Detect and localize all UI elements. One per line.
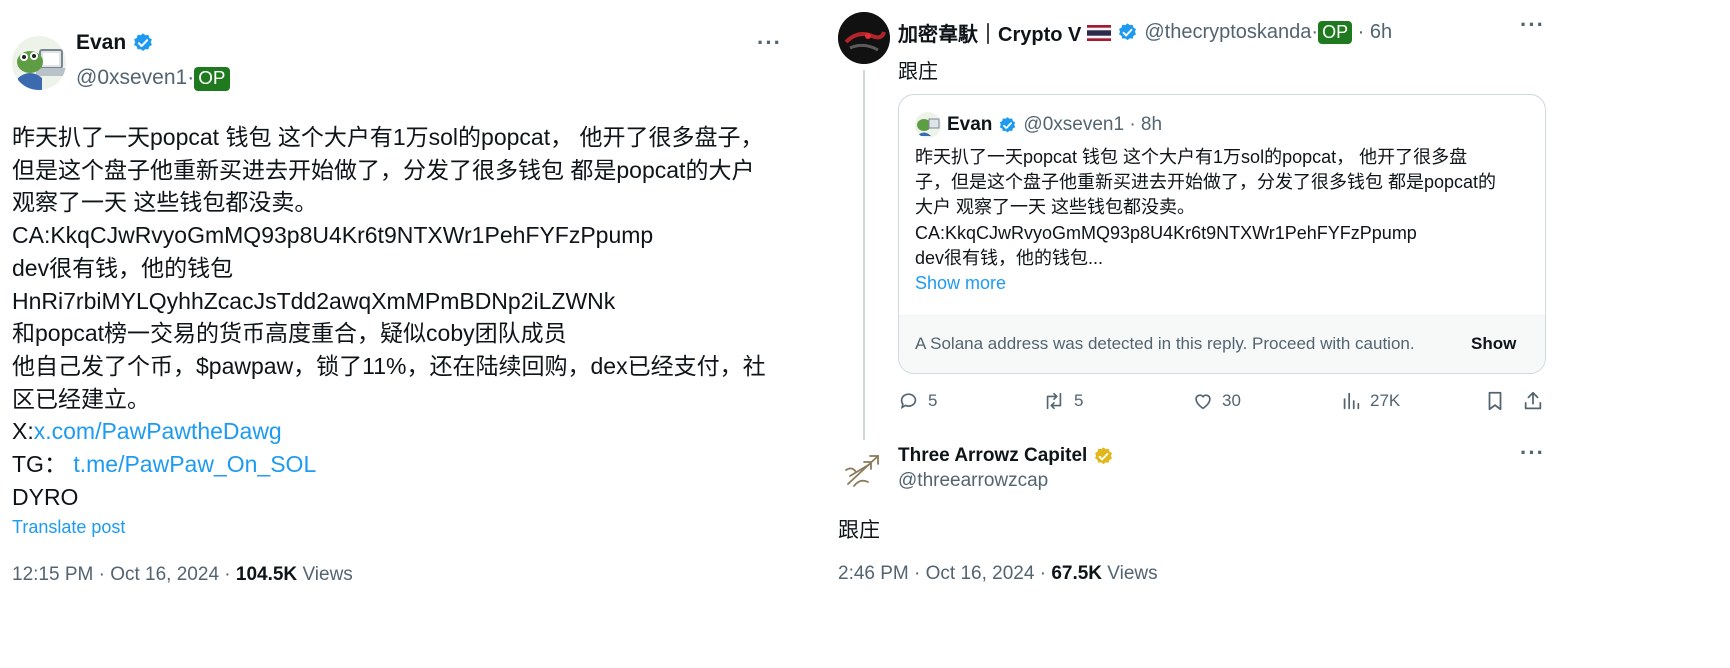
author-handle[interactable]: @0xseven1·	[76, 66, 194, 89]
thread-line	[863, 70, 865, 440]
reply-icon	[898, 390, 920, 412]
views-label: Views	[297, 564, 353, 585]
translate-post-link[interactable]: Translate post	[12, 517, 125, 538]
timestamp-row: 12:15 PM · Oct 16, 2024 · 104.5K Views	[12, 564, 353, 586]
like-icon	[1192, 390, 1214, 412]
quoted-author-handle: @0xseven1 · 8h	[1023, 114, 1163, 135]
dev-wallet-address: HnRi7rbiMYLQyhhZcacJsTdd2awqXmMPmBDNp2iL…	[12, 287, 616, 314]
post-line: dev很有钱，他的钱包...	[915, 247, 1104, 268]
timestamp-row: 2:46 PM · Oct 16, 2024 · 67.5K Views	[838, 563, 1158, 585]
views-action[interactable]: 27K	[1340, 390, 1400, 412]
like-count: 30	[1222, 391, 1241, 410]
repost-count: 5	[1074, 391, 1084, 410]
post-line: 观察了一天 这些钱包都没卖。	[12, 189, 318, 216]
more-options-icon[interactable]: ···	[757, 30, 782, 56]
author-name[interactable]: 加密韋馱｜Crypto V	[898, 18, 1081, 47]
contract-address: CA:KkqCJwRvyoGmMQ93p8U4Kr6t9NTXWr1PehFYF…	[915, 222, 1417, 243]
solana-warning-banner: A Solana address was detected in this re…	[899, 315, 1545, 373]
three-arrowz-avatar[interactable]	[840, 446, 888, 494]
post-line: 但是这个盘子他重新买进去开始做了，分发了很多钱包 都是popcat的大户	[12, 156, 755, 183]
like-action[interactable]: 30	[1192, 390, 1241, 412]
evan-avatar[interactable]	[12, 36, 66, 90]
more-options-icon[interactable]: ···	[1520, 12, 1545, 38]
repost-icon	[1042, 390, 1066, 412]
verified-badge-icon	[1117, 22, 1138, 43]
x-link[interactable]: x.com/PawPawtheDawg	[34, 418, 282, 444]
post-line: DYRO	[12, 483, 79, 510]
share-icon[interactable]	[1522, 390, 1544, 412]
author-name[interactable]: Evan	[76, 31, 126, 55]
repost-action[interactable]: 5	[1042, 390, 1083, 412]
timestamp[interactable]: 12:15 PM · Oct 16, 2024 ·	[12, 564, 236, 585]
views-label: Views	[1102, 563, 1158, 584]
evan-avatar	[915, 112, 941, 138]
post-line: 他自己发了个币，$pawpaw，锁了11%，还在陆续回购，dex已经支付，社	[12, 352, 766, 379]
post-age[interactable]: · 6h	[1352, 21, 1392, 43]
warning-show-button[interactable]: Show	[1471, 334, 1516, 354]
views-count: 27K	[1370, 391, 1401, 410]
author-handle[interactable]: @threearrowzcap	[898, 470, 1048, 492]
post-line: dev很有钱，他的钱包	[12, 254, 234, 281]
post-line: 昨天扒了一天popcat 钱包 这个大户有1万sol的popcat， 他开了很多…	[12, 124, 764, 150]
post-line: 子，但是这个盘子他重新买进去开始做了，分发了很多钱包 都是popcat的	[915, 172, 1497, 193]
warning-text: A Solana address was detected in this re…	[915, 334, 1415, 353]
post-line: 昨天扒了一天popcat 钱包 这个大户有1万sol的popcat， 他开了很多…	[915, 147, 1468, 167]
post-line: 和popcat榜一交易的货币高度重合，疑似coby团队成员	[12, 320, 567, 347]
author-handle[interactable]: @thecryptoskanda·	[1144, 21, 1318, 43]
left-tweet: Evan @0xseven1· OP ··· 昨天扒了一天popcat 钱包 这个…	[0, 0, 800, 668]
tg-prefix: TG：	[12, 451, 67, 478]
quoted-tweet-body: 昨天扒了一天popcat 钱包 这个大户有1万sol的popcat， 他开了很多…	[915, 145, 1496, 296]
tg-link[interactable]: t.me/PawPaw_On_SOL	[73, 451, 316, 477]
reply-text: 跟庄	[838, 519, 880, 542]
views-count: 67.5K	[1051, 563, 1103, 584]
reply-count: 5	[928, 391, 938, 410]
verified-badge-icon	[132, 32, 154, 54]
reply-text: 跟庄	[898, 61, 938, 83]
quoted-tweet-card[interactable]: Evan @0xseven1 · 8h 昨天扒了一天popcat 钱包 这个大户…	[898, 94, 1546, 374]
bookmark-icon[interactable]	[1484, 390, 1506, 412]
quoted-author-name: Evan	[947, 114, 993, 135]
contract-address: CA:KkqCJwRvyoGmMQ93p8U4Kr6t9NTXWr1PehFYF…	[12, 222, 654, 249]
views-count: 104.5K	[235, 564, 298, 585]
tweet-body: 昨天扒了一天popcat 钱包 这个大户有1万sol的popcat， 他开了很多…	[12, 121, 792, 513]
op-badge: OP	[194, 67, 230, 91]
analytics-icon	[1340, 390, 1362, 412]
more-options-icon[interactable]: ···	[1520, 440, 1545, 466]
reply-action[interactable]: 5	[898, 390, 937, 412]
timestamp[interactable]: 2:46 PM · Oct 16, 2024 ·	[838, 563, 1051, 584]
verified-badge-icon	[998, 116, 1017, 135]
post-line: 区已经建立。	[12, 385, 150, 412]
x-prefix: X:	[12, 418, 34, 445]
op-badge: OP	[1318, 21, 1353, 44]
post-line: 大户 观察了一天 这些钱包都没卖。	[915, 197, 1196, 218]
crypto-v-avatar[interactable]	[838, 12, 890, 64]
right-column: 加密韋馱｜Crypto V @thecryptoskanda· OP · 6h ·…	[820, 0, 1730, 668]
author-name[interactable]: Three Arrowz Capitel	[898, 445, 1087, 467]
gold-verified-badge-icon	[1093, 446, 1114, 467]
show-more-link[interactable]: Show more	[915, 271, 1496, 296]
thailand-flag-icon	[1087, 24, 1112, 41]
action-bar: 5 5 30 27K	[898, 390, 1548, 416]
